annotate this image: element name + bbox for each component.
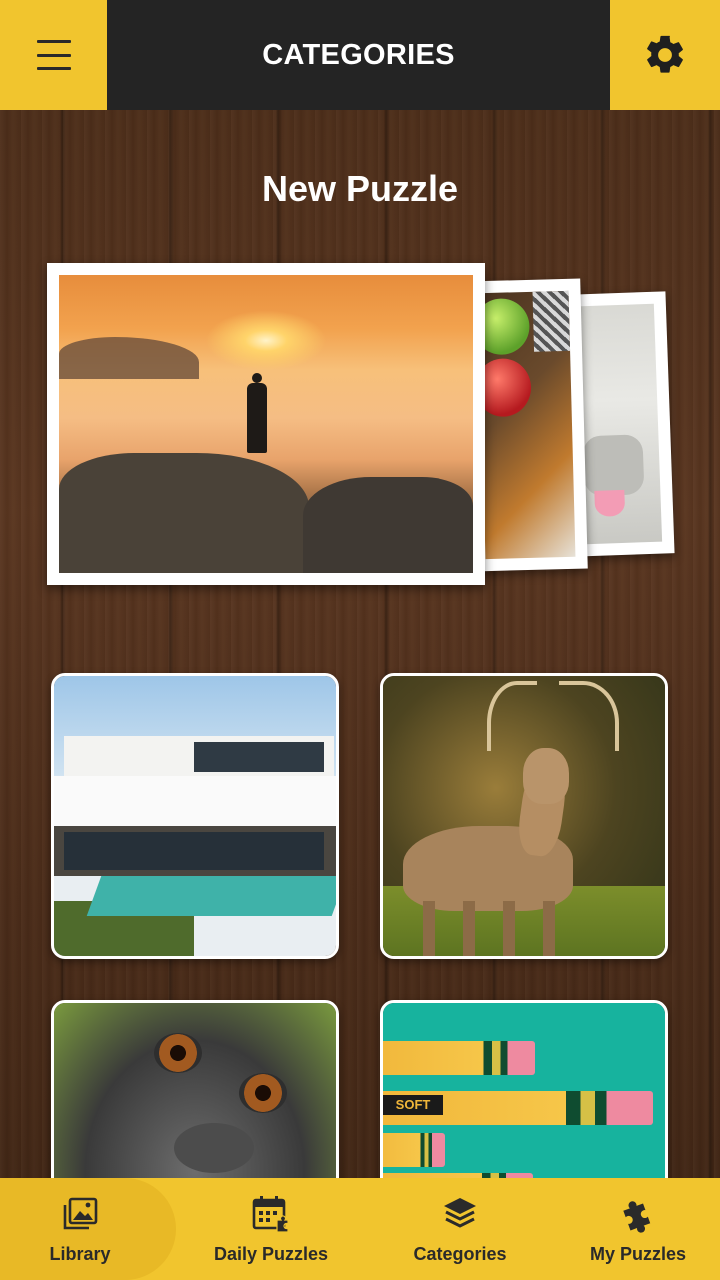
hamburger-menu-icon	[36, 40, 71, 70]
gallery-icon	[63, 1197, 98, 1229]
title-bar: CATEGORIES	[107, 0, 610, 110]
category-tile-house[interactable]	[51, 673, 339, 959]
nav-daily-puzzles[interactable]: Daily Puzzles	[196, 1178, 346, 1280]
new-puzzle-card-1[interactable]	[47, 263, 485, 585]
nav-categories-label: Categories	[413, 1243, 507, 1264]
new-puzzle-heading: New Puzzle	[261, 168, 459, 209]
modern-house-photo	[54, 676, 336, 956]
menu-button[interactable]	[0, 0, 107, 110]
calendar-puzzle-icon	[252, 1195, 289, 1233]
bottom-navigation: Library Daily Puzzles Categories My Puzz…	[0, 1178, 720, 1280]
goat-photo	[577, 303, 663, 545]
nav-my-puzzles[interactable]: My Puzzles	[572, 1178, 704, 1280]
settings-button[interactable]	[610, 0, 720, 110]
nav-categories[interactable]: Categories	[390, 1178, 530, 1280]
layers-icon	[444, 1197, 476, 1228]
nav-daily-puzzles-label: Daily Puzzles	[213, 1243, 329, 1264]
nav-my-puzzles-label: My Puzzles	[589, 1243, 687, 1264]
page-title: CATEGORIES	[262, 38, 455, 71]
nav-library-label: Library	[49, 1243, 111, 1264]
deer-photo	[383, 676, 665, 956]
nav-library[interactable]: Library	[10, 1178, 150, 1280]
sunset-cliff-photo	[59, 275, 473, 573]
top-app-bar: CATEGORIES	[0, 0, 720, 110]
puzzle-piece-icon	[623, 1200, 651, 1233]
gear-icon	[647, 35, 683, 73]
apples-photo	[478, 290, 576, 560]
category-tile-deer[interactable]	[380, 673, 668, 959]
